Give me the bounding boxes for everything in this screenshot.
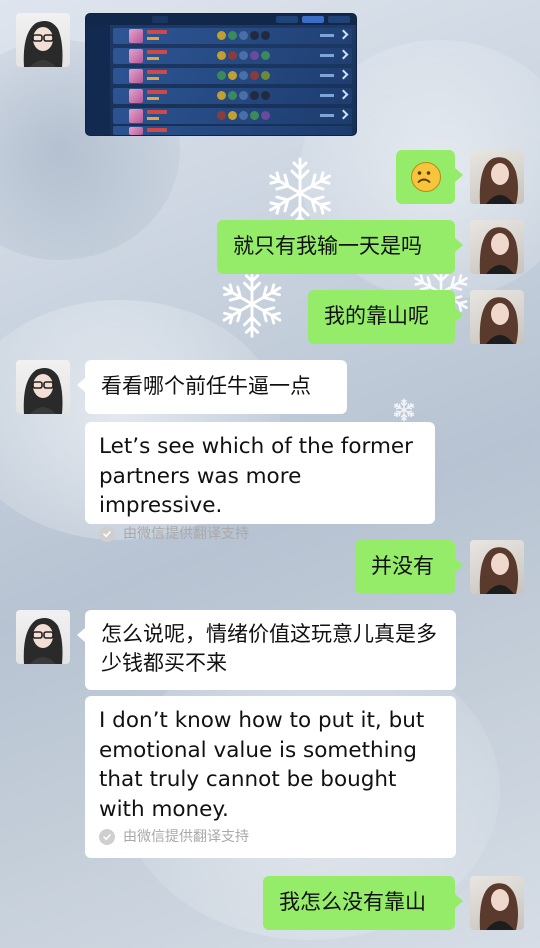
- contact-avatar[interactable]: [16, 13, 70, 67]
- translation-bubble[interactable]: I don’t know how to put it, but emotiona…: [85, 696, 456, 858]
- message-bubble-sent[interactable]: 我的靠山呢: [308, 290, 463, 344]
- my-avatar[interactable]: [470, 290, 524, 344]
- contact-avatar-image: [23, 618, 63, 664]
- check-circle-icon: [99, 525, 115, 542]
- snowflake-icon: [218, 270, 286, 338]
- message-bubble-received[interactable]: 看看哪个前任牛逼一点: [77, 360, 347, 414]
- snowflake-icon: [392, 398, 416, 422]
- message-text: 我怎么没有靠山: [279, 890, 426, 914]
- message-bubble-sent[interactable]: 就只有我输一天是吗: [217, 220, 463, 274]
- my-avatar-image: [479, 297, 518, 344]
- my-avatar-image: [479, 547, 518, 594]
- translation-note-text: 由微信提供翻译支持: [123, 525, 249, 542]
- translation-note: 由微信提供翻译支持: [99, 828, 442, 846]
- translation-text: I don’t know how to put it, but emotiona…: [99, 708, 425, 822]
- message-bubble-received[interactable]: 怎么说呢，情绪价值这玩意儿真是多少钱都买不来: [77, 610, 456, 690]
- my-avatar[interactable]: [470, 150, 524, 204]
- my-avatar-image: [479, 157, 518, 204]
- my-avatar[interactable]: [470, 540, 524, 594]
- message-text: 看看哪个前任牛逼一点: [101, 374, 311, 398]
- my-avatar[interactable]: [470, 876, 524, 930]
- message-bubble-sent[interactable]: 我怎么没有靠山: [263, 876, 463, 930]
- my-avatar-image: [479, 883, 518, 930]
- message-bubble-sent[interactable]: [396, 150, 463, 204]
- frown-emoji-icon: [410, 162, 441, 192]
- message-text: 我的靠山呢: [324, 304, 429, 328]
- message-bubble-sent[interactable]: 并没有: [355, 540, 463, 594]
- message-text: 并没有: [371, 554, 434, 578]
- contact-avatar[interactable]: [16, 610, 70, 664]
- contact-avatar-image: [23, 21, 63, 67]
- check-circle-icon: [99, 829, 115, 845]
- translation-note-text: 由微信提供翻译支持: [123, 829, 249, 845]
- my-avatar[interactable]: [470, 220, 524, 274]
- contact-avatar-image: [23, 368, 63, 414]
- message-text: 怎么说呢，情绪价值这玩意儿真是多少钱都买不来: [101, 622, 437, 675]
- translation-bubble[interactable]: Let’s see which of the former partners w…: [85, 422, 435, 542]
- message-text: 就只有我输一天是吗: [233, 234, 422, 258]
- game-match-history-screenshot[interactable]: [85, 13, 357, 136]
- my-avatar-image: [479, 227, 518, 274]
- contact-avatar[interactable]: [16, 360, 70, 414]
- translation-text: Let’s see which of the former partners w…: [99, 434, 413, 518]
